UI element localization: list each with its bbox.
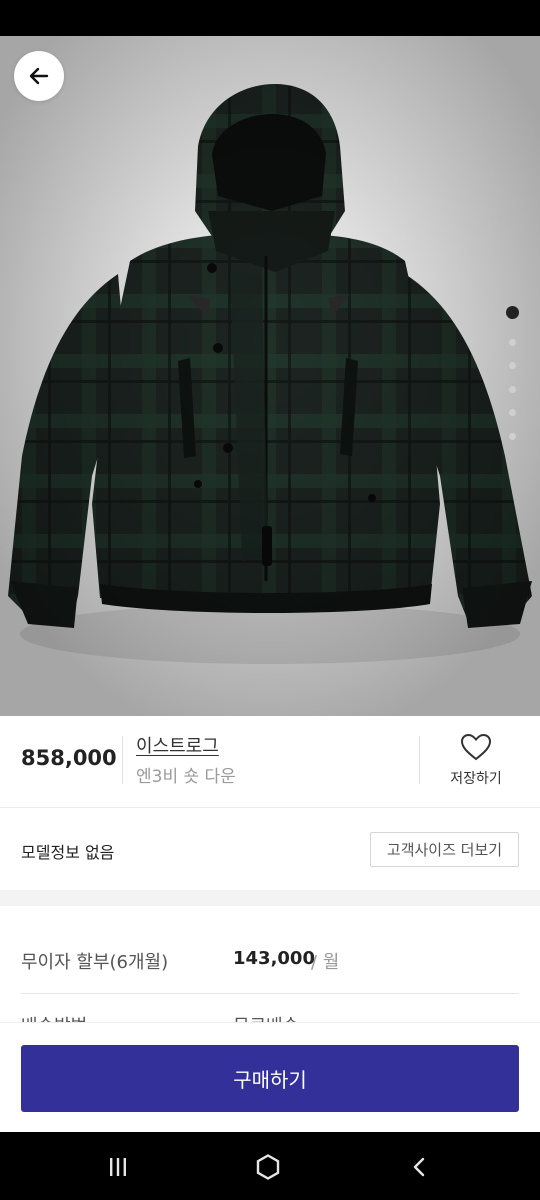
divider bbox=[122, 736, 123, 784]
pagination-dot[interactable] bbox=[509, 339, 516, 346]
installment-amount: 143,000 bbox=[233, 948, 315, 969]
pagination-dot-active[interactable] bbox=[506, 306, 519, 319]
save-label: 저장하기 bbox=[450, 771, 502, 787]
nav-back-button[interactable] bbox=[400, 1152, 440, 1182]
customer-size-button[interactable]: 고객사이즈 더보기 bbox=[370, 832, 519, 867]
heart-outline-icon bbox=[460, 733, 492, 761]
buy-button[interactable]: 구매하기 bbox=[21, 1045, 519, 1112]
home-icon bbox=[256, 1154, 280, 1180]
pagination-dot[interactable] bbox=[509, 362, 516, 369]
arrow-left-icon bbox=[29, 67, 49, 85]
model-info-row: 모델정보 없음 고객사이즈 더보기 bbox=[0, 808, 540, 890]
installment-row: 무이자 할부(6개월) 143,000 / 월 bbox=[0, 906, 540, 994]
shipping-row: 배송방법 무료배송 bbox=[0, 994, 540, 1022]
home-button[interactable] bbox=[248, 1152, 288, 1182]
brand-link[interactable]: 이스트로그 bbox=[136, 732, 219, 758]
model-info-text: 모델정보 없음 bbox=[21, 843, 115, 862]
purchase-bar: 구매하기 bbox=[0, 1022, 540, 1132]
product-summary: 858,000 이스트로그 엔3비 숏 다운 저장하기 bbox=[0, 716, 540, 808]
product-image-gallery[interactable] bbox=[0, 36, 540, 716]
product-name: 엔3비 숏 다운 bbox=[136, 767, 236, 787]
system-nav-bar bbox=[0, 1132, 540, 1200]
product-image bbox=[0, 36, 540, 716]
back-chevron-icon bbox=[413, 1157, 425, 1177]
back-button[interactable] bbox=[14, 51, 64, 101]
pagination-dot[interactable] bbox=[509, 409, 516, 416]
pagination-dot[interactable] bbox=[509, 386, 516, 393]
recent-apps-icon bbox=[110, 1158, 126, 1176]
product-price: 858,000 bbox=[21, 746, 117, 770]
save-button[interactable]: 저장하기 bbox=[420, 732, 532, 788]
shipping-label: 배송방법 bbox=[21, 1012, 87, 1022]
installment-label: 무이자 할부(6개월) bbox=[21, 952, 169, 973]
section-divider bbox=[0, 890, 540, 906]
recent-apps-button[interactable] bbox=[98, 1152, 138, 1182]
shipping-value: 무료배송 bbox=[233, 1012, 299, 1022]
status-bar bbox=[0, 0, 540, 36]
installment-unit: / 월 bbox=[311, 952, 340, 973]
pagination-dot[interactable] bbox=[509, 433, 516, 440]
